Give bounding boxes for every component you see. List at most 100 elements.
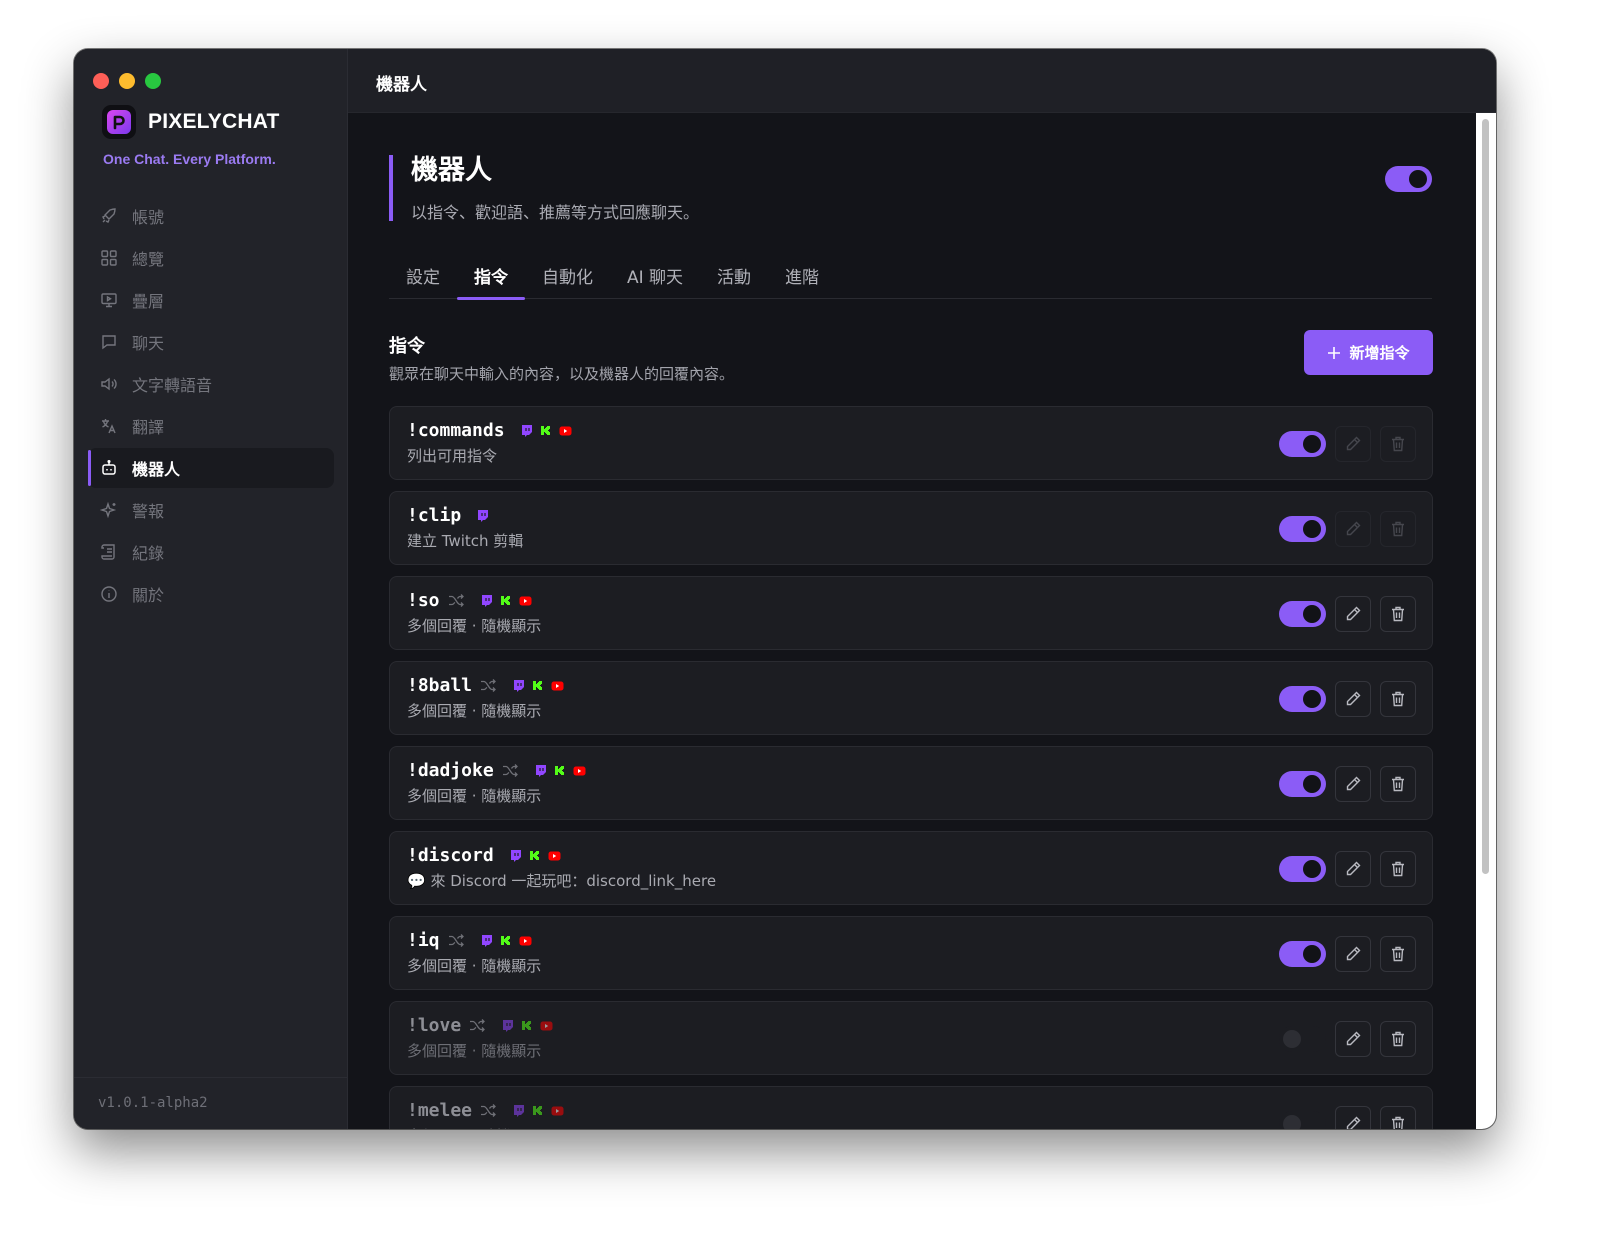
sidebar-item-about[interactable]: 關於 xyxy=(88,574,334,614)
tab-ai-chat[interactable]: AI 聊天 xyxy=(610,251,700,299)
youtube-icon xyxy=(540,1021,553,1030)
toggle-knob xyxy=(1283,1115,1301,1129)
command-row[interactable]: !dadjoke 多個回覆 · 隨機顯示 xyxy=(389,746,1433,820)
delete-command-button[interactable] xyxy=(1380,1106,1416,1129)
twitch-icon xyxy=(514,1105,525,1117)
tab-commands[interactable]: 指令 xyxy=(457,251,525,300)
shuffle-icon xyxy=(470,1019,486,1032)
sidebar-item-label: 總覽 xyxy=(132,250,165,269)
close-window-button[interactable] xyxy=(93,73,109,89)
delete-command-button[interactable] xyxy=(1380,851,1416,887)
tab-events[interactable]: 活動 xyxy=(700,251,768,299)
toggle-knob xyxy=(1303,520,1321,538)
youtube-icon xyxy=(551,1106,564,1115)
sidebar-item-label: 紀錄 xyxy=(132,544,165,563)
platform-icons xyxy=(512,679,564,692)
edit-command-button[interactable] xyxy=(1335,851,1371,887)
sidebar-item-alerts[interactable]: 警報 xyxy=(88,490,334,530)
delete-command-button[interactable] xyxy=(1380,426,1416,462)
sidebar-item-chat[interactable]: 聊天 xyxy=(88,322,334,362)
scrollbar[interactable] xyxy=(1476,113,1496,1129)
command-row[interactable]: !8ball 多個回覆 · 隨機顯示 xyxy=(389,661,1433,735)
kick-icon xyxy=(554,765,564,775)
sidebar-item-label: 關於 xyxy=(132,586,165,605)
trash-icon xyxy=(1392,691,1404,707)
edit-command-button[interactable] xyxy=(1335,681,1371,717)
sidebar-item-tts[interactable]: 文字轉語音 xyxy=(88,364,334,404)
command-row[interactable]: !love 多個回覆 · 隨機顯示 xyxy=(389,1001,1433,1075)
edit-command-button[interactable] xyxy=(1335,426,1371,462)
sidebar-item-overlay[interactable]: 疊層 xyxy=(88,280,334,320)
delete-command-button[interactable] xyxy=(1380,511,1416,547)
kick-icon xyxy=(522,1020,532,1030)
command-row[interactable]: !discord 💬 來 Discord 一起玩吧：discord_link_he… xyxy=(389,831,1433,905)
youtube-icon xyxy=(573,766,586,775)
command-enabled-toggle[interactable] xyxy=(1279,431,1326,457)
command-name: !clip xyxy=(407,505,462,526)
command-actions xyxy=(1279,1021,1416,1057)
delete-command-button[interactable] xyxy=(1380,596,1416,632)
command-enabled-toggle[interactable] xyxy=(1279,856,1326,882)
sidebar-item-account[interactable]: 帳號 xyxy=(88,196,334,236)
delete-command-button[interactable] xyxy=(1380,936,1416,972)
sidebar-item-translate[interactable]: 翻譯 xyxy=(88,406,334,446)
scrollbar-thumb[interactable] xyxy=(1482,119,1489,874)
command-enabled-toggle[interactable] xyxy=(1279,516,1326,542)
scroll-icon xyxy=(100,543,118,561)
command-row[interactable]: !clip 建立 Twitch 剪輯 xyxy=(389,491,1433,565)
delete-command-button[interactable] xyxy=(1380,1021,1416,1057)
command-name-row: !so xyxy=(407,590,532,611)
command-enabled-toggle[interactable] xyxy=(1279,686,1326,712)
edit-command-button[interactable] xyxy=(1335,511,1371,547)
command-name-row: !melee xyxy=(407,1100,564,1121)
tab-automation[interactable]: 自動化 xyxy=(525,251,610,299)
section-title: 指令 xyxy=(389,336,425,357)
delete-command-button[interactable] xyxy=(1380,681,1416,717)
command-enabled-toggle[interactable] xyxy=(1279,1111,1326,1129)
command-enabled-toggle[interactable] xyxy=(1279,601,1326,627)
edit-command-button[interactable] xyxy=(1335,1021,1371,1057)
edit-icon xyxy=(1346,1116,1361,1129)
kick-icon xyxy=(500,595,510,605)
toggle-knob xyxy=(1303,690,1321,708)
delete-command-button[interactable] xyxy=(1380,766,1416,802)
command-actions xyxy=(1279,511,1416,547)
command-name: !melee xyxy=(407,1100,473,1121)
kick-icon xyxy=(500,935,510,945)
command-description: 多個回覆 · 隨機顯示 xyxy=(407,957,542,975)
command-row[interactable]: !so 多個回覆 · 隨機顯示 xyxy=(389,576,1433,650)
platform-icons xyxy=(534,764,586,777)
command-description: 建立 Twitch 剪輯 xyxy=(407,532,524,550)
sidebar-item-overview[interactable]: 總覽 xyxy=(88,238,334,278)
toggle-knob xyxy=(1303,435,1321,453)
window-controls xyxy=(93,73,161,89)
command-row[interactable]: !melee 多個回覆 · 隨機顯示 xyxy=(389,1086,1433,1129)
edit-icon xyxy=(1346,521,1361,536)
add-command-button[interactable]: 新增指令 xyxy=(1304,330,1433,375)
command-enabled-toggle[interactable] xyxy=(1279,941,1326,967)
command-enabled-toggle[interactable] xyxy=(1279,1026,1326,1052)
minimize-window-button[interactable] xyxy=(119,73,135,89)
command-enabled-toggle[interactable] xyxy=(1279,771,1326,797)
page-title: 機器人 xyxy=(411,155,492,186)
sidebar-item-logs[interactable]: 紀錄 xyxy=(88,532,334,572)
sidebar-item-label: 警報 xyxy=(132,502,165,521)
sidebar-item-bot[interactable]: 機器人 xyxy=(88,448,334,488)
edit-command-button[interactable] xyxy=(1335,1106,1371,1129)
edit-command-button[interactable] xyxy=(1335,596,1371,632)
kick-icon xyxy=(529,850,539,860)
command-name: !love xyxy=(407,1015,462,1036)
edit-command-button[interactable] xyxy=(1335,936,1371,972)
tab-advanced[interactable]: 進階 xyxy=(768,251,836,299)
bot-enabled-toggle[interactable] xyxy=(1385,166,1432,192)
app-logo-icon xyxy=(102,105,136,139)
command-row[interactable]: !commands 列出可用指令 xyxy=(389,406,1433,480)
twitch-icon xyxy=(510,850,521,862)
toggle-knob xyxy=(1303,605,1321,623)
brand: PIXELYCHAT xyxy=(102,105,280,139)
tab-settings[interactable]: 設定 xyxy=(389,251,457,299)
maximize-window-button[interactable] xyxy=(145,73,161,89)
command-name: !discord xyxy=(407,845,494,866)
command-row[interactable]: !iq 多個回覆 · 隨機顯示 xyxy=(389,916,1433,990)
edit-command-button[interactable] xyxy=(1335,766,1371,802)
